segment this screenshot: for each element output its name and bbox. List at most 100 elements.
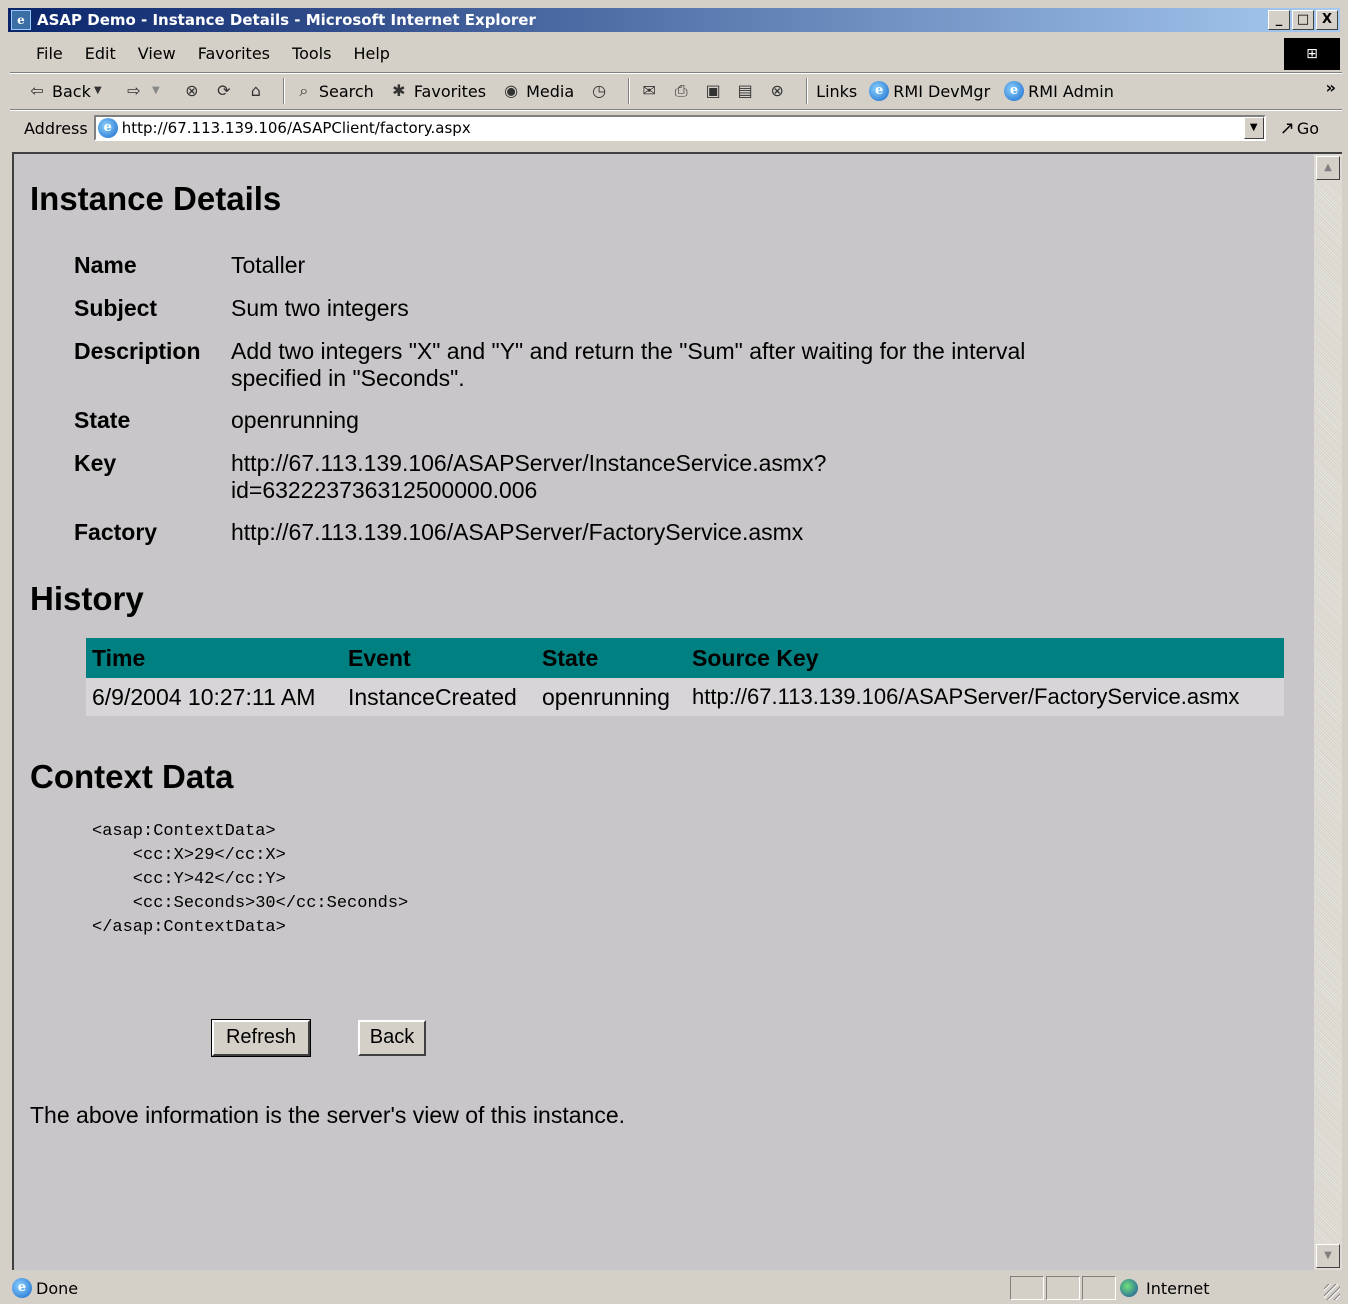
home-icon: ⌂ [250, 81, 261, 100]
menu-edit[interactable]: Edit [85, 44, 116, 63]
history-table: Time Event State Source Key 6/9/2004 10:… [86, 638, 1284, 716]
back-dropdown-icon[interactable]: ▼ [91, 80, 105, 102]
print-button[interactable]: ⎙ [670, 80, 696, 102]
search-label: Search [318, 81, 374, 101]
toolbar-separator [628, 78, 631, 104]
toolbar-chevron-icon[interactable]: » [1326, 78, 1336, 97]
back-arrow-icon: ⇦ [30, 81, 44, 100]
forward-button[interactable]: ⇨ ▼ [123, 80, 167, 102]
favorites-label: Favorites [413, 81, 487, 101]
globe-icon [1120, 1279, 1138, 1297]
search-button[interactable]: ⌕ Search [293, 80, 374, 102]
menu-file[interactable]: File [36, 44, 63, 63]
detail-value: http://67.113.139.106/ASAPServer/Factory… [231, 519, 804, 545]
column-header-time: Time [86, 638, 342, 678]
address-url: http://67.113.139.106/ASAPClient/factory… [121, 119, 471, 137]
messenger-button[interactable]: ⊗ [766, 80, 792, 102]
close-button[interactable]: X [1316, 10, 1338, 30]
scroll-down-icon[interactable]: ▼ [1316, 1244, 1340, 1268]
address-dropdown-icon[interactable]: ▼ [1243, 117, 1264, 139]
forward-arrow-icon: ⇨ [127, 81, 141, 100]
browser-window: e ASAP Demo - Instance Details - Microso… [0, 0, 1348, 1304]
stop-button[interactable]: ⊗ [181, 80, 207, 102]
home-button[interactable]: ⌂ [245, 80, 271, 102]
address-input[interactable]: e http://67.113.139.106/ASAPClient/facto… [93, 115, 1266, 141]
cell-state: openrunning [536, 678, 686, 716]
go-label: Go [1296, 118, 1319, 138]
menu-favorites[interactable]: Favorites [198, 44, 270, 63]
favorites-button[interactable]: ✱ Favorites [388, 80, 486, 102]
ie-page-icon: e [97, 118, 118, 138]
search-icon: ⌕ [299, 81, 309, 100]
edit-icon: ▣ [705, 81, 721, 100]
detail-value: Totaller [231, 252, 306, 278]
detail-label: Key [74, 450, 117, 476]
favorites-icon: ✱ [392, 81, 406, 100]
vertical-scrollbar[interactable]: ▲ ▼ [1314, 152, 1342, 1270]
print-icon: ⎙ [674, 81, 688, 100]
go-button[interactable]: ↗ Go [1280, 118, 1319, 139]
detail-label: Description [74, 338, 201, 364]
resize-grip-icon[interactable] [1324, 1284, 1340, 1300]
table-row: 6/9/2004 10:27:11 AM InstanceCreated ope… [86, 678, 1284, 716]
back-button[interactable]: ⇦ Back ▼ [26, 80, 109, 102]
minimize-button[interactable]: _ [1268, 10, 1290, 30]
go-arrow-icon: ↗ [1279, 117, 1295, 139]
refresh-button[interactable]: Refresh [211, 1019, 311, 1057]
maximize-button[interactable]: □ [1292, 10, 1314, 30]
status-text: Done [36, 1278, 79, 1298]
history-icon: ◷ [592, 81, 607, 100]
menu-view[interactable]: View [138, 44, 176, 63]
window-controls: _ □ X [1268, 10, 1338, 30]
footer-note: The above information is the server's vi… [30, 1102, 626, 1128]
toolbar-separator-line [10, 109, 1342, 111]
zone-label: Internet [1146, 1278, 1210, 1298]
menu-tools[interactable]: Tools [292, 44, 331, 63]
toolbar-separator [806, 78, 809, 104]
media-button[interactable]: ◉ Media [500, 80, 574, 102]
ie-app-icon: e [11, 10, 31, 30]
scroll-up-icon[interactable]: ▲ [1316, 156, 1340, 180]
context-data-xml: <asap:ContextData> <cc:X>29</cc:X> <cc:Y… [92, 822, 409, 937]
menu-help[interactable]: Help [353, 44, 389, 63]
status-panel [1082, 1276, 1116, 1300]
menu-bar: File Edit View Favorites Tools Help [10, 36, 1282, 70]
link-rmi-admin[interactable]: e RMI Admin [1004, 81, 1114, 101]
ie-page-icon: e [12, 1278, 32, 1298]
media-label: Media [526, 81, 575, 101]
windows-logo-icon: ⊞ [1284, 38, 1340, 70]
edit-button[interactable]: ▣ [702, 80, 728, 102]
column-header-event: Event [342, 638, 536, 678]
detail-label: Subject [74, 295, 158, 321]
page-title: Instance Details [30, 180, 282, 217]
page-content: Instance Details Name Totaller Subject S… [12, 152, 1314, 1270]
cell-event: InstanceCreated [342, 678, 536, 716]
refresh-toolbar-button[interactable]: ⟳ [213, 80, 239, 102]
status-panel [1046, 1276, 1080, 1300]
toolbar-separator [282, 78, 285, 104]
ie-page-icon: e [869, 81, 890, 101]
mail-icon: ✉ [642, 81, 656, 100]
column-header-source-key: Source Key [686, 638, 1284, 678]
back-page-button[interactable]: Back [358, 1020, 426, 1056]
back-label: Back [52, 81, 91, 101]
toolbar: ⇦ Back ▼ ⇨ ▼ ⊗ ⟳ ⌂ ⌕ Search ✱ Favorites … [10, 74, 1342, 108]
messenger-icon: ⊗ [770, 81, 784, 100]
detail-value: Add two integers "X" and "Y" and return … [231, 338, 1026, 391]
link-rmi-admin-label: RMI Admin [1028, 81, 1114, 101]
refresh-icon: ⟳ [217, 81, 231, 100]
history-button[interactable]: ◷ [588, 80, 614, 102]
stop-icon: ⊗ [185, 81, 199, 100]
status-panel [1010, 1276, 1044, 1300]
context-data-heading: Context Data [30, 758, 234, 795]
detail-value: openrunning [231, 407, 359, 433]
discuss-icon: ▤ [737, 81, 753, 100]
mail-button[interactable]: ✉ [638, 80, 664, 102]
cell-source-key: http://67.113.139.106/ASAPServer/Factory… [686, 678, 1284, 716]
detail-label: Name [74, 252, 137, 278]
discuss-button[interactable]: ▤ [734, 80, 760, 102]
detail-label: State [74, 407, 131, 433]
forward-dropdown-icon[interactable]: ▼ [149, 80, 163, 102]
link-rmi-devmgr[interactable]: e RMI DevMgr [869, 81, 990, 101]
detail-value: http://67.113.139.106/ASAPServer/Instanc… [231, 450, 827, 503]
